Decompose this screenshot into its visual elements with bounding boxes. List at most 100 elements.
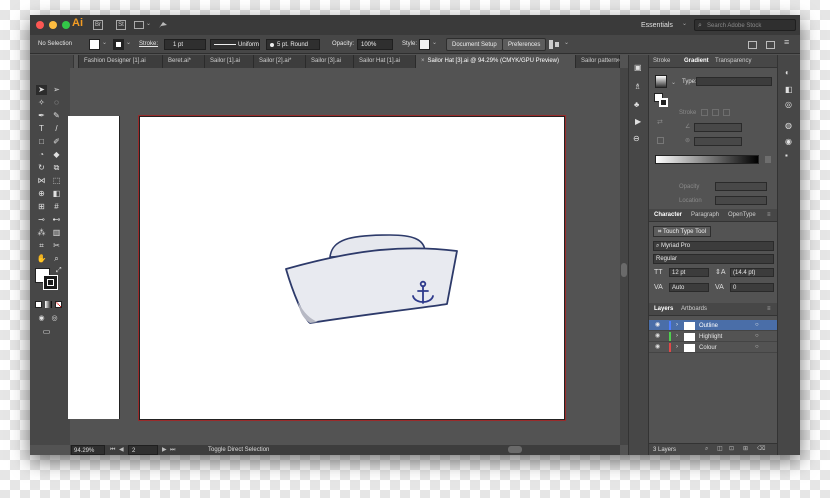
font-family-select[interactable]: ⌕ Myriad Pro [653, 241, 774, 251]
layer-row-highlight[interactable]: ◉ › Highlight ○ [649, 331, 778, 342]
delete-stop-icon[interactable] [765, 156, 771, 163]
target-circle-icon[interactable]: ○ [755, 333, 759, 339]
expand-chevron-icon[interactable]: › [676, 344, 678, 350]
rotate-tool-icon[interactable]: ↻ [36, 163, 47, 173]
transform-icon[interactable] [748, 41, 757, 49]
opacity-field[interactable]: 100% [357, 39, 393, 50]
screen-mode-icon[interactable]: ▭ [41, 327, 52, 337]
align-options-icon[interactable] [548, 39, 560, 50]
libraries-icon[interactable]: ♗ [634, 83, 641, 91]
vertical-scroll-thumb[interactable] [621, 263, 627, 277]
target-circle-icon[interactable]: ○ [755, 344, 759, 350]
stroke-along-icon[interactable] [712, 109, 719, 116]
arrange-chevron-down-icon[interactable]: ⌄ [146, 21, 151, 27]
tab-sailor-3[interactable]: Sailor [3].ai [306, 55, 354, 68]
draw-normal-icon[interactable]: ◉ [36, 314, 47, 324]
tabs-overflow-icon[interactable]: » [616, 57, 620, 64]
last-artboard-icon[interactable]: ⏭ [170, 447, 175, 453]
asset-export-icon[interactable]: ♣ [634, 101, 639, 109]
previous-artboard-icon[interactable]: ◀ [119, 447, 124, 453]
hand-tool-icon[interactable]: ✋ [36, 254, 47, 264]
artboard-tool-icon[interactable]: ⌗ [36, 241, 47, 251]
gpu-performance-icon[interactable] [158, 20, 168, 30]
kerning-field[interactable]: Auto [669, 283, 709, 292]
bridge-button[interactable]: Br [93, 20, 103, 30]
tab-close-icon[interactable]: × [421, 58, 425, 64]
tab-transparency[interactable]: Transparency [715, 58, 751, 64]
slice-tool-icon[interactable]: ✂ [51, 241, 62, 251]
tab-sailor-1[interactable]: Sailor [1].ai [205, 55, 254, 68]
horizontal-scroll-thumb[interactable] [508, 446, 522, 453]
align-chevron-down-icon[interactable]: ⌄ [564, 40, 569, 46]
arrange-icon[interactable] [766, 41, 775, 49]
gradient-angle-field[interactable] [694, 123, 742, 132]
tab-opentype[interactable]: OpenType [728, 212, 756, 218]
width-tool-icon[interactable]: ⋈ [36, 176, 47, 186]
artboard-navigation-field[interactable]: 2 [128, 445, 158, 455]
paintbrush-tool-icon[interactable]: ✐ [51, 137, 62, 147]
tab-paragraph[interactable]: Paragraph [691, 212, 719, 218]
stroke-color-box[interactable] [43, 275, 58, 290]
gradient-location-field[interactable] [715, 196, 767, 205]
control-menu-icon[interactable]: ≡ [784, 38, 789, 47]
variable-width-profile[interactable]: Uniform [210, 39, 260, 50]
gradient-slider[interactable] [655, 155, 759, 164]
brushes-icon[interactable]: ◉ [785, 138, 792, 146]
close-window-button[interactable] [36, 21, 44, 29]
gradient-type-select[interactable] [696, 77, 772, 86]
tab-stroke[interactable]: Stroke [653, 58, 670, 64]
gradient-aspect-field[interactable] [694, 137, 742, 146]
artboard-left[interactable] [68, 116, 120, 419]
gradient-opacity-field[interactable] [715, 182, 767, 191]
layers-menu-icon[interactable]: ≡ [767, 306, 771, 312]
tab-character[interactable]: Character [654, 212, 682, 218]
selection-tool-icon[interactable]: ➤ [36, 85, 47, 95]
stroke-swatch[interactable] [113, 39, 124, 50]
workspace-chevron-down-icon[interactable]: ⌄ [682, 21, 687, 27]
expand-chevron-icon[interactable]: › [676, 333, 678, 339]
live-paint-tool-icon[interactable]: ◧ [51, 189, 62, 199]
stroke-label[interactable]: Stroke: [139, 41, 158, 47]
shape-builder-tool-icon[interactable]: ⊕ [36, 189, 47, 199]
eyedropper-tool-icon[interactable]: ⊸ [36, 215, 47, 225]
artboard-active[interactable] [139, 116, 565, 420]
symbols-icon[interactable]: ▪ [785, 152, 788, 160]
visibility-eye-icon[interactable]: ◉ [655, 322, 660, 328]
pen-tool-icon[interactable]: ✒ [36, 111, 47, 121]
gradient-preview-swatch[interactable] [655, 75, 667, 88]
zoom-tool-icon[interactable]: ⌕ [51, 254, 62, 264]
gradient-chevron-down-icon[interactable]: ⌄ [671, 80, 676, 86]
font-size-field[interactable]: 12 pt [669, 268, 709, 277]
font-style-select[interactable]: Regular [653, 254, 774, 264]
tab-beret[interactable]: Beret.ai* [163, 55, 205, 68]
mesh-tool-icon[interactable]: # [51, 202, 62, 212]
appearance-icon[interactable]: ◧ [785, 86, 793, 94]
image-trace-icon[interactable]: ▣ [634, 64, 642, 72]
color-guide-icon[interactable]: ◎ [785, 101, 792, 109]
sailor-hat-artwork[interactable] [140, 117, 566, 421]
tab-sailor-hat-3[interactable]: × Sailor Hat [3].ai @ 94.29% (CMYK/GPU Pr… [416, 55, 576, 68]
reverse-gradient-icon[interactable]: ⇄ [657, 119, 663, 126]
stroke-chevron-down-icon[interactable]: ⌄ [126, 40, 131, 46]
gradient-mode-icon[interactable] [45, 301, 52, 308]
locate-object-icon[interactable]: ⌕ [705, 446, 708, 452]
layer-row-colour[interactable]: ◉ › Colour ○ [649, 342, 778, 353]
tab-layers[interactable]: Layers [654, 306, 673, 312]
color-mode-icon[interactable] [35, 301, 42, 308]
curvature-tool-icon[interactable]: ✎ [51, 111, 62, 121]
document-canvas[interactable] [68, 68, 620, 445]
swap-colors-icon[interactable]: ⤢ [56, 267, 62, 274]
scale-tool-icon[interactable]: ⧉ [51, 163, 62, 173]
stock-button[interactable]: St [116, 20, 126, 30]
vertical-scrollbar[interactable] [620, 68, 628, 445]
draw-behind-icon[interactable]: ◎ [49, 314, 60, 324]
next-artboard-icon[interactable]: ▶ [162, 447, 167, 453]
tab-sailor-pattern[interactable]: Sailor pattern [576, 55, 620, 68]
tab-artboards[interactable]: Artboards [681, 306, 707, 312]
actions-play-icon[interactable]: ▶ [635, 118, 641, 126]
arrange-documents-icon[interactable] [134, 21, 144, 29]
style-chevron-down-icon[interactable]: ⌄ [432, 40, 437, 46]
leading-field[interactable]: (14.4 pt) [730, 268, 774, 277]
touch-type-tool-button[interactable]: ⌗ Touch Type Tool [653, 226, 712, 237]
layer-name[interactable]: Highlight [699, 334, 722, 340]
